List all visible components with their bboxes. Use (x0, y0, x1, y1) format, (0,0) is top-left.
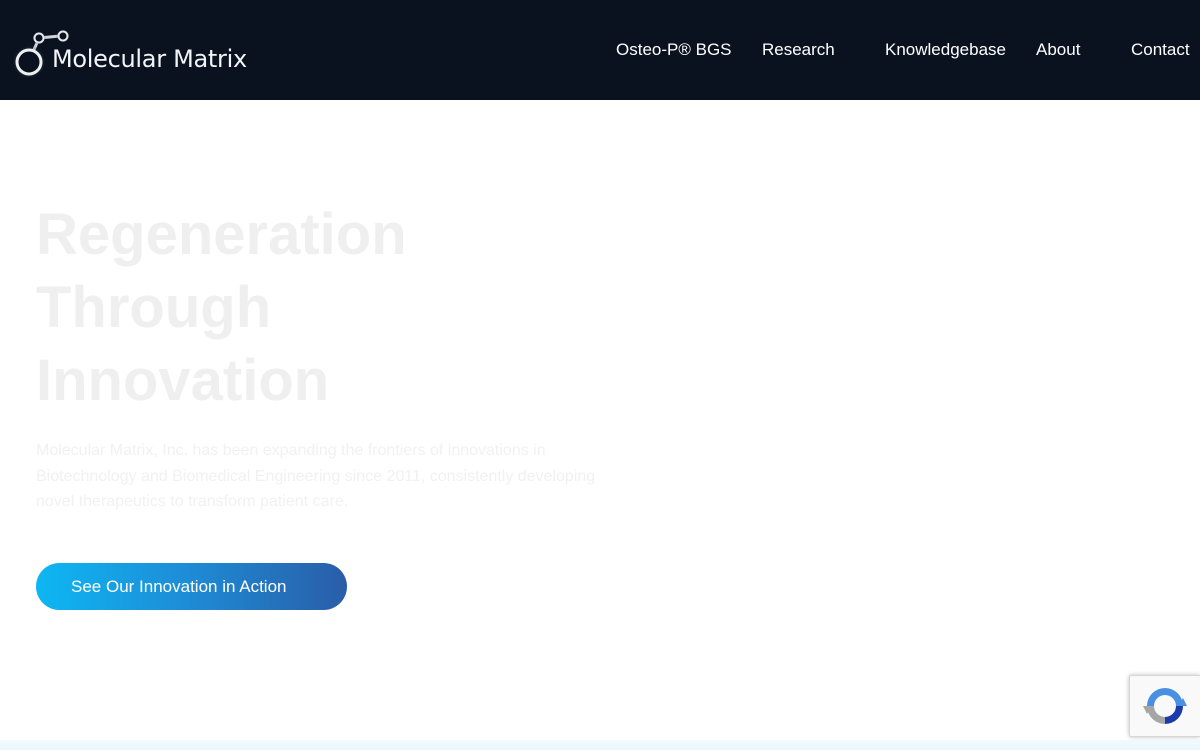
logo-text: Molecular Matrix (52, 45, 247, 73)
hero-title-line: Regeneration (36, 202, 407, 267)
nav-item-about[interactable]: About (1036, 40, 1080, 60)
site-header: Molecular Matrix Osteo-P® BGS Research K… (0, 0, 1200, 100)
hero-description: Molecular Matrix, Inc. has been expandin… (36, 442, 596, 510)
hero-title-line: Innovation (36, 348, 330, 413)
logo-link[interactable]: Molecular Matrix (8, 16, 248, 82)
recaptcha-badge[interactable] (1129, 675, 1200, 737)
hero-title: Regeneration Through Innovation (36, 198, 636, 417)
nav-item-knowledgebase[interactable]: Knowledgebase (885, 40, 1006, 60)
nav-item-contact[interactable]: Contact (1131, 40, 1190, 60)
see-innovation-button[interactable]: See Our Innovation in Action (36, 563, 347, 610)
nav-item-research[interactable]: Research (762, 40, 835, 60)
nav-item-osteo-p-bgs[interactable]: Osteo-P® BGS (616, 40, 732, 60)
hero-title-line: Through (36, 275, 272, 340)
bottom-decoration (0, 740, 1200, 750)
recaptcha-icon (1143, 688, 1187, 724)
